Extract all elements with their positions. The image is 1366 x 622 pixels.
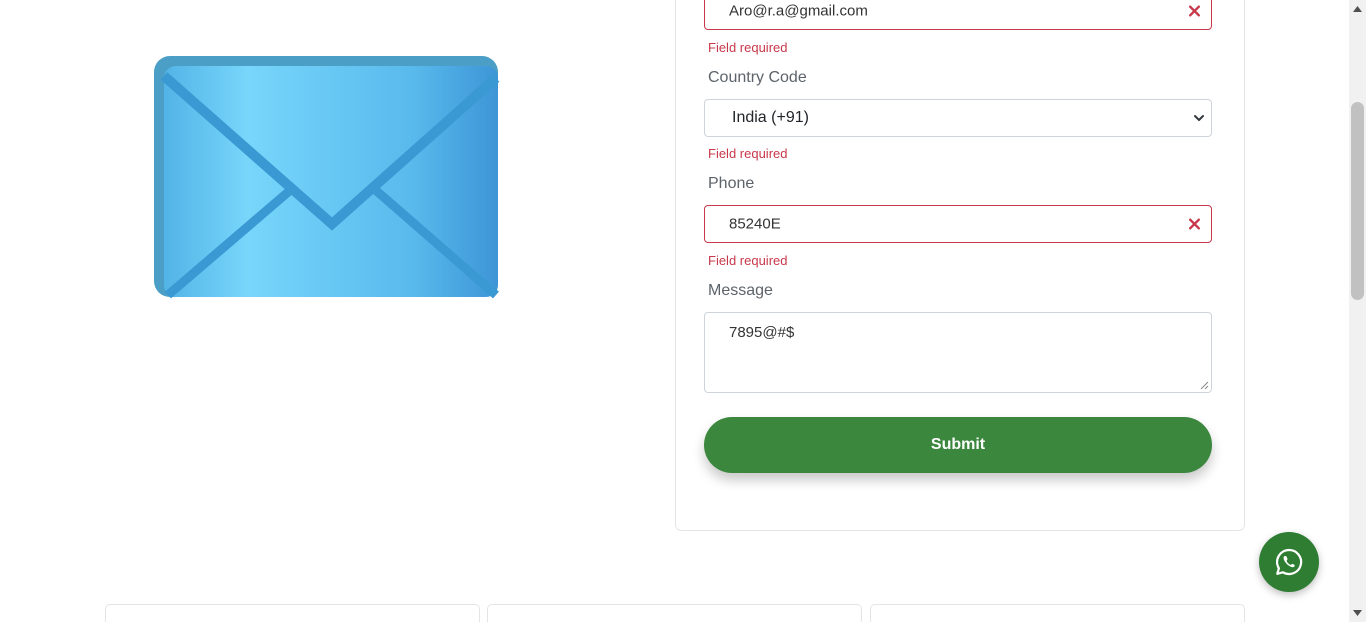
whatsapp-button[interactable] [1259, 532, 1319, 592]
email-value: Aro@r.a@gmail.com [729, 2, 868, 20]
phone-value: 85240E [729, 215, 781, 233]
country-code-select[interactable]: India (+91) [704, 99, 1212, 137]
envelope-illustration [152, 54, 500, 299]
phone-label: Phone [708, 175, 755, 192]
scroll-up-arrow-icon[interactable] [1353, 6, 1362, 12]
scroll-down-arrow-icon[interactable] [1353, 610, 1362, 616]
email-field[interactable]: Aro@r.a@gmail.com [704, 0, 1212, 30]
email-error: Field required [708, 40, 788, 55]
page-scrollbar[interactable] [1349, 0, 1366, 622]
info-card [870, 604, 1245, 622]
country-code-value: India (+91) [732, 109, 809, 126]
phone-error: Field required [708, 253, 788, 268]
phone-field[interactable]: 85240E [704, 205, 1212, 243]
error-x-icon [1188, 5, 1201, 17]
message-textarea[interactable]: 7895@#$ [704, 312, 1212, 393]
submit-button[interactable]: Submit [704, 417, 1212, 473]
envelope-icon [154, 56, 500, 299]
error-x-icon [1188, 218, 1201, 230]
country-code-label: Country Code [708, 69, 807, 86]
resize-handle-icon[interactable] [1200, 381, 1209, 390]
info-card [105, 604, 480, 622]
country-code-error: Field required [708, 146, 788, 161]
message-value: 7895@#$ [729, 324, 795, 341]
message-label: Message [708, 282, 773, 299]
chevron-down-icon [1194, 115, 1204, 121]
info-card [487, 604, 862, 622]
scrollbar-thumb[interactable] [1351, 102, 1364, 300]
whatsapp-icon [1276, 548, 1303, 576]
